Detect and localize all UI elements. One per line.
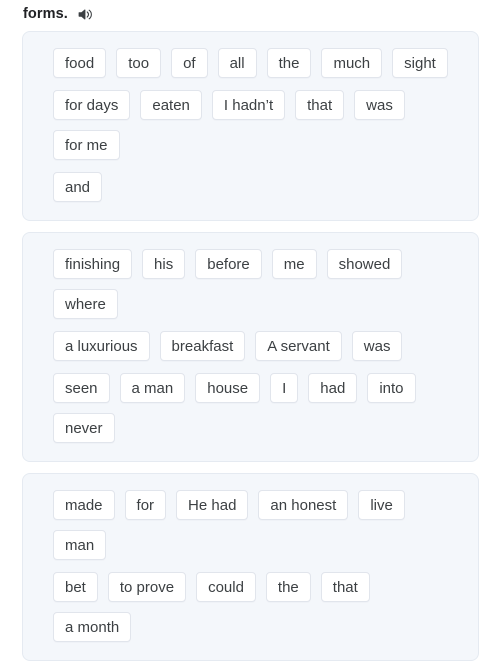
word-chip[interactable]: where — [53, 289, 118, 319]
word-chip[interactable]: for me — [53, 130, 120, 160]
exercise-page: forms. food too of all the much sight fo… — [0, 0, 500, 661]
word-chip[interactable]: the — [265, 572, 311, 602]
word-chip[interactable]: sight — [392, 48, 448, 78]
chip-row: and — [53, 172, 458, 202]
chip-rows: food too of all the much sight for days … — [53, 48, 458, 202]
word-chip[interactable]: the — [266, 48, 312, 78]
word-chip[interactable]: could — [196, 572, 256, 602]
word-chip[interactable]: finishing — [53, 249, 133, 279]
word-chip[interactable]: house — [195, 373, 261, 403]
word-chip[interactable]: bet — [53, 572, 98, 602]
chip-row: food too of all the much sight — [53, 48, 458, 78]
word-bank-card-list: food too of all the much sight for days … — [22, 31, 479, 661]
word-chip[interactable]: showed — [326, 249, 403, 279]
chip-row: bet to prove could the that a month — [53, 572, 458, 642]
word-chip[interactable]: live — [358, 490, 405, 520]
word-chip[interactable]: He had — [176, 490, 249, 520]
word-chip[interactable]: too — [116, 48, 162, 78]
chip-row: seen a man house I had into never — [53, 373, 458, 443]
word-chip[interactable]: eaten — [140, 90, 202, 120]
word-chip[interactable]: was — [351, 331, 403, 361]
chip-row: finishing his before me showed where — [53, 249, 458, 319]
word-chip[interactable]: was — [354, 90, 405, 120]
word-chip[interactable]: much — [321, 48, 383, 78]
word-chip[interactable]: never — [53, 413, 115, 443]
header: forms. — [23, 4, 94, 24]
chip-row: a luxurious breakfast A servant was — [53, 331, 458, 361]
word-chip[interactable]: an honest — [258, 490, 349, 520]
word-chip[interactable]: for days — [53, 90, 131, 120]
word-chip[interactable]: to prove — [107, 572, 187, 602]
page-title: forms. — [23, 6, 68, 22]
word-chip[interactable]: a man — [119, 373, 186, 403]
word-bank-card: made for He had an honest live man bet t… — [22, 473, 479, 661]
word-chip[interactable]: a luxurious — [53, 331, 150, 361]
word-chip[interactable]: me — [271, 249, 317, 279]
word-chip[interactable]: man — [53, 530, 107, 560]
chip-rows: finishing his before me showed where a l… — [53, 249, 458, 443]
word-chip[interactable]: I hadn’t — [211, 90, 286, 120]
word-chip[interactable]: his — [142, 249, 186, 279]
word-chip[interactable]: and — [53, 172, 103, 202]
word-chip[interactable]: before — [195, 249, 262, 279]
word-chip[interactable]: into — [367, 373, 416, 403]
word-bank-card: finishing his before me showed where a l… — [22, 232, 479, 462]
word-chip[interactable]: that — [295, 90, 345, 120]
word-chip[interactable]: all — [217, 48, 257, 78]
chip-row: made for He had an honest live man — [53, 490, 458, 560]
word-chip[interactable]: a month — [53, 612, 132, 642]
word-chip[interactable]: for — [124, 490, 167, 520]
chip-rows: made for He had an honest live man bet t… — [53, 490, 458, 642]
chip-row: for days eaten I hadn’t that was for me — [53, 90, 458, 160]
word-chip[interactable]: made — [53, 490, 115, 520]
word-chip[interactable]: of — [171, 48, 208, 78]
word-chip[interactable]: had — [308, 373, 358, 403]
word-chip[interactable]: A servant — [255, 331, 342, 361]
word-chip[interactable]: I — [270, 373, 299, 403]
word-chip[interactable]: breakfast — [159, 331, 246, 361]
word-bank-card: food too of all the much sight for days … — [22, 31, 479, 221]
word-chip[interactable]: that — [320, 572, 370, 602]
word-chip[interactable]: seen — [53, 373, 110, 403]
word-chip[interactable]: food — [53, 48, 107, 78]
speaker-icon[interactable] — [77, 6, 94, 23]
